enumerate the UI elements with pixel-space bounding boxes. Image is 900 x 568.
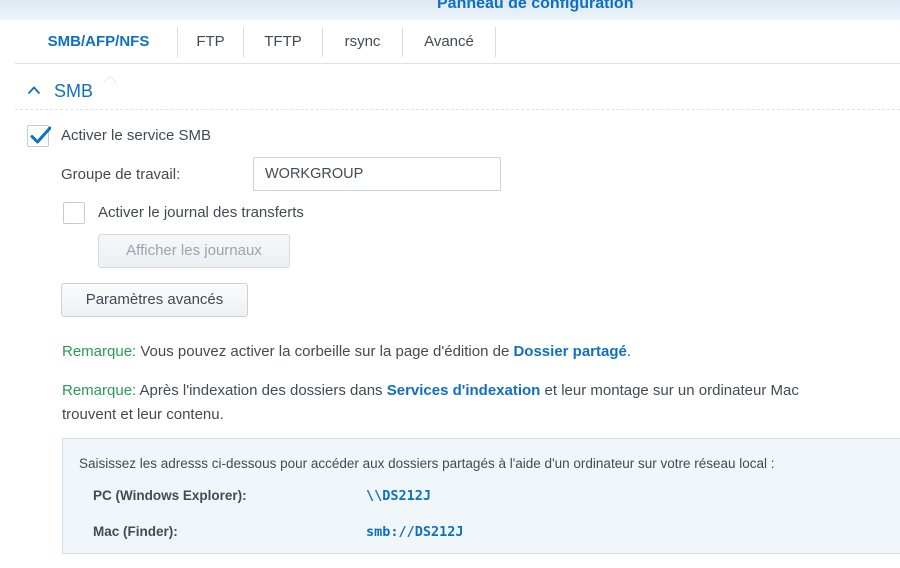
tab-avance[interactable]: Avancé — [403, 20, 495, 63]
enable-smb-label: Activer le service SMB — [61, 127, 212, 144]
note-indexing: Remarque: Après l'indexation des dossier… — [62, 382, 799, 399]
pc-address-label: PC (Windows Explorer): — [93, 488, 247, 503]
note-text: et leur montage sur un ordinateur Mac — [540, 382, 799, 399]
window-title: Panneau de configuration — [437, 0, 634, 12]
tab-smb-afp-nfs[interactable]: SMB/AFP/NFS — [20, 20, 177, 63]
tab-separator — [495, 27, 496, 57]
workgroup-label: Groupe de travail: — [61, 166, 181, 183]
note-prefix: Remarque: — [62, 382, 137, 399]
window-header: Panneau de configuration — [0, 0, 900, 20]
note-text: Vous pouvez activer la corbeille sur la … — [136, 343, 514, 360]
mac-address-label: Mac (Finder): — [93, 524, 178, 539]
show-logs-button[interactable]: Afficher les journaux — [98, 234, 290, 268]
shared-folder-link[interactable]: Dossier partagé — [513, 343, 626, 360]
advanced-settings-button[interactable]: Paramètres avancés — [61, 283, 248, 317]
indexing-services-link[interactable]: Services d'indexation — [387, 382, 541, 399]
chevron-up-icon — [27, 86, 41, 95]
enable-smb-checkbox[interactable] — [27, 125, 51, 147]
note-prefix: Remarque: — [62, 343, 137, 360]
note-text: . — [626, 343, 632, 360]
info-intro: Saisissez les adresss ci-dessous pour ac… — [79, 456, 775, 471]
tab-bar: SMB/AFP/NFS FTP TFTP rsync Avancé — [15, 20, 900, 83]
workgroup-input[interactable] — [253, 157, 501, 191]
note-recycle-bin: Remarque: Vous pouvez activer la corbeil… — [62, 343, 631, 360]
transfer-log-checkbox[interactable] — [63, 202, 85, 224]
checkmark-icon — [30, 126, 51, 144]
note-text: Après l'indexation des dossiers dans — [136, 382, 387, 399]
tab-ftp[interactable]: FTP — [178, 20, 243, 63]
smb-section-header[interactable]: SMB — [15, 74, 900, 110]
note-indexing-line2: trouvent et leur contenu. — [62, 406, 224, 423]
pc-address-value[interactable]: \\DS212J — [366, 488, 431, 504]
smb-section-title: SMB — [54, 81, 94, 101]
tab-rsync[interactable]: rsync — [323, 20, 402, 63]
transfer-log-label: Activer le journal des transferts — [98, 204, 304, 221]
network-address-info-box: Saisissez les adresss ci-dessous pour ac… — [62, 438, 900, 554]
tab-tftp[interactable]: TFTP — [244, 20, 322, 63]
mac-address-value[interactable]: smb://DS212J — [366, 524, 464, 540]
